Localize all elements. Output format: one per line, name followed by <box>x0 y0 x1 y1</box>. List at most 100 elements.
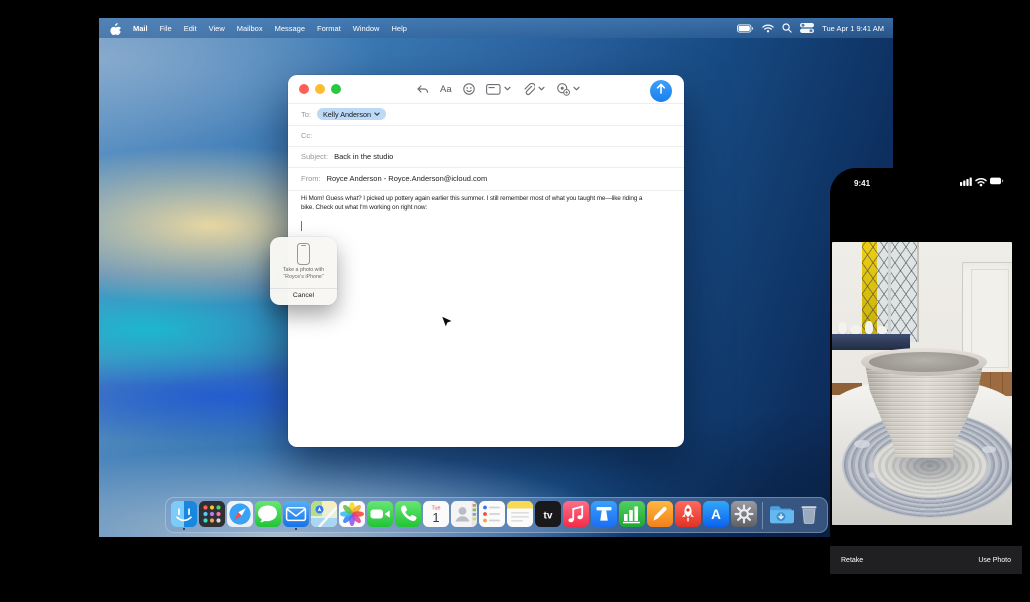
from-field[interactable]: From: Royce Anderson - Royce.Anderson@ic… <box>288 167 684 190</box>
trash-app-tile <box>796 501 822 527</box>
iphone-camera-panel: 9:41 <box>830 168 1030 602</box>
calendar-icon[interactable]: Tue1 <box>423 500 449 530</box>
emoji-button[interactable] <box>463 83 475 95</box>
launchpad-icon[interactable] <box>199 500 225 530</box>
cancel-button[interactable]: Cancel <box>270 292 337 299</box>
contacts-icon[interactable] <box>451 500 477 530</box>
apple-tv-icon[interactable]: tv <box>535 500 561 530</box>
menu-item-mailbox[interactable]: Mailbox <box>231 24 269 33</box>
control-center-icon[interactable] <box>800 23 814 33</box>
menu-item-view[interactable]: View <box>203 24 231 33</box>
window-controls <box>299 84 341 94</box>
body-line: Hi Mom! Guess what? I picked up pottery … <box>301 194 674 203</box>
continuity-camera-popup: Take a photo with “Royce’s iPhone” Cance… <box>270 237 337 305</box>
header-fields-icon <box>486 84 501 95</box>
emoji-icon <box>463 83 475 95</box>
pages-icon[interactable] <box>647 500 673 530</box>
wifi-icon[interactable] <box>762 24 774 33</box>
pot-rim-inner <box>869 352 979 372</box>
insert-media-button[interactable] <box>556 83 580 96</box>
menu-item-mail[interactable]: Mail <box>127 24 154 33</box>
safari-icon[interactable] <box>227 500 253 530</box>
mail-icon[interactable] <box>283 500 309 530</box>
phone-icon[interactable] <box>395 500 421 530</box>
music-icon[interactable] <box>563 500 589 530</box>
from-label: From: <box>301 174 321 183</box>
cc-field[interactable]: Cc: <box>288 125 684 146</box>
menu-item-window[interactable]: Window <box>347 24 386 33</box>
zoom-button[interactable] <box>331 84 341 94</box>
chevron-down-icon <box>374 110 380 119</box>
messages-icon[interactable] <box>255 500 281 530</box>
paperclip-icon <box>522 83 535 96</box>
popup-message-line1: Take a photo with <box>270 267 337 274</box>
app-store-icon[interactable]: A <box>703 500 729 530</box>
chevron-down-icon <box>573 86 580 92</box>
facetime-app-tile <box>367 501 393 527</box>
messages-app-tile <box>255 501 281 527</box>
apple-menu[interactable] <box>110 22 127 35</box>
keynote-icon[interactable] <box>591 500 617 530</box>
apple-icon <box>110 22 121 35</box>
chevron-down-icon <box>538 86 545 92</box>
battery-icon[interactable] <box>737 24 754 33</box>
format-button[interactable]: Aa <box>440 84 452 95</box>
to-label: To: <box>301 110 311 119</box>
finder-app-tile <box>171 501 197 527</box>
undo-button[interactable] <box>416 84 429 95</box>
numbers-app-tile <box>619 501 645 527</box>
music-app-tile <box>563 501 589 527</box>
system-settings-icon[interactable] <box>731 500 757 530</box>
use-photo-button[interactable]: Use Photo <box>978 557 1011 564</box>
send-button[interactable] <box>650 80 672 102</box>
numbers-icon[interactable] <box>619 500 645 530</box>
recipient-pill[interactable]: Kelly Anderson <box>317 108 386 120</box>
insert-media-icon <box>556 83 570 96</box>
message-body[interactable]: Hi Mom! Guess what? I picked up pottery … <box>301 194 674 213</box>
retake-button[interactable]: Retake <box>841 557 863 564</box>
to-field[interactable]: To: Kelly Anderson <box>288 103 684 125</box>
downloads-folder-icon[interactable] <box>768 500 794 530</box>
trash-icon[interactable] <box>796 500 822 530</box>
maps-icon[interactable] <box>311 500 337 530</box>
photos-icon[interactable] <box>339 500 365 530</box>
reminders-icon[interactable] <box>479 500 505 530</box>
iphone-status-icons <box>960 174 1004 192</box>
maps-app-tile <box>311 501 337 527</box>
subject-field[interactable]: Subject: Back in the studio <box>288 146 684 167</box>
downloads-folder-app-tile <box>768 501 794 527</box>
launchpad-app-tile <box>199 501 225 527</box>
undo-icon <box>416 84 429 95</box>
menu-item-format[interactable]: Format <box>311 24 347 33</box>
close-button[interactable] <box>299 84 309 94</box>
mouse-pointer-icon <box>440 315 453 335</box>
cc-label: Cc: <box>301 131 312 140</box>
format-label: Aa <box>440 84 452 95</box>
search-icon[interactable] <box>782 23 792 33</box>
finder-icon[interactable] <box>171 500 197 530</box>
phone-app-tile <box>395 501 421 527</box>
dock: Tue1 tv A <box>165 497 828 533</box>
system-settings-app-tile <box>731 501 757 527</box>
rocket-icon[interactable] <box>675 500 701 530</box>
notes-icon[interactable] <box>507 500 533 530</box>
running-indicator <box>183 528 185 530</box>
menu-item-help[interactable]: Help <box>385 24 412 33</box>
facetime-icon[interactable] <box>367 500 393 530</box>
reminders-app-tile <box>479 501 505 527</box>
app-store-app-tile: A <box>703 501 729 527</box>
compose-toolbar: Aa <box>416 80 580 98</box>
header-fields-button[interactable] <box>486 84 511 95</box>
menu-item-file[interactable]: File <box>154 24 178 33</box>
menu-item-edit[interactable]: Edit <box>178 24 203 33</box>
safari-app-tile <box>227 501 253 527</box>
menu-clock[interactable]: Tue Apr 1 9:41 AM <box>822 24 884 33</box>
minimize-button[interactable] <box>315 84 325 94</box>
attach-button[interactable] <box>522 83 545 96</box>
body-line: bike. Check out what I'm working on righ… <box>301 203 674 212</box>
notes-app-tile <box>507 501 533 527</box>
camera-preview <box>832 242 1012 525</box>
apple-tv-app-tile: tv <box>535 501 561 527</box>
mail-app-tile <box>283 501 309 527</box>
menu-item-message[interactable]: Message <box>269 24 311 33</box>
